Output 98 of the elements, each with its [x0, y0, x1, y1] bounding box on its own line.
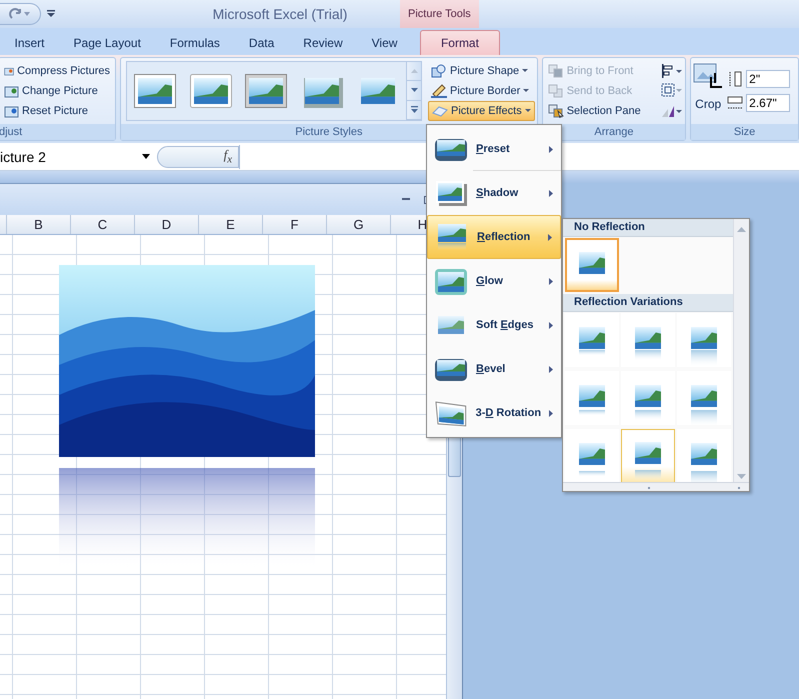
ribbon-tab[interactable]: Page Layout	[59, 30, 156, 55]
function-button[interactable]: f$_{x}$	[157, 146, 239, 168]
column-header[interactable]: G	[327, 215, 391, 234]
ribbon-button[interactable]: Reset Picture	[1, 101, 113, 121]
group-label: Size	[691, 124, 798, 140]
ribbon-tab[interactable]: Insert	[0, 30, 60, 55]
expand-icon	[410, 106, 418, 114]
width-icon	[727, 96, 744, 110]
menu-item[interactable]: Shadow	[427, 171, 561, 215]
contextual-tab-label: Picture Tools	[400, 0, 479, 28]
window-title: Microsoft Excel (Trial)	[212, 6, 348, 22]
mountain-photo[interactable]	[59, 265, 315, 457]
up-arrow-icon	[737, 227, 746, 232]
column-header[interactable]: E	[199, 215, 263, 234]
caret-icon	[524, 109, 531, 112]
ribbon-button[interactable]: Compress Pictures	[1, 61, 113, 81]
resize-grip[interactable]	[563, 482, 749, 491]
reflection-option[interactable]	[565, 313, 619, 367]
ribbon-button[interactable]: Picture Shape	[428, 61, 535, 81]
scroll-down-button[interactable]	[407, 81, 421, 101]
crop-icon	[693, 63, 724, 91]
minimize-icon	[402, 198, 410, 201]
width-field[interactable]: 2.67"	[746, 94, 790, 112]
reflection-preview-icon	[579, 252, 605, 274]
reflection-option[interactable]	[677, 371, 731, 425]
more-styles-button[interactable]	[407, 100, 421, 120]
redo-button[interactable]	[0, 3, 41, 25]
reflection-option[interactable]	[677, 313, 731, 367]
align-button[interactable]	[661, 61, 684, 81]
height-field[interactable]: 2"	[746, 70, 790, 88]
caret-icon	[522, 69, 528, 72]
shapes-icon	[431, 64, 447, 78]
ribbon-tab[interactable]: View	[357, 30, 412, 55]
selection-pane-icon	[548, 104, 564, 118]
ribbon-tab[interactable]: Data	[234, 30, 289, 55]
picture-icon	[4, 84, 19, 98]
effect-preview-icon	[435, 222, 469, 252]
submenu-arrow-icon	[549, 146, 553, 152]
submenu-arrow-icon	[549, 322, 553, 328]
ribbon-button[interactable]: Picture Border	[428, 80, 535, 101]
submenu-arrow-icon	[549, 366, 553, 372]
column-header[interactable]: D	[135, 215, 199, 234]
ribbon-button[interactable]: Picture Effects	[428, 100, 535, 121]
section-heading: No Reflection	[563, 219, 733, 237]
reflection-option[interactable]	[565, 429, 619, 483]
reflection-option[interactable]	[565, 371, 619, 425]
picture-style-thumbnail[interactable]	[190, 74, 232, 108]
pencil-icon	[431, 84, 447, 98]
dropdown-caret-icon	[142, 154, 150, 159]
name-box[interactable]: icture 2	[0, 146, 154, 166]
layers-icon	[548, 64, 564, 78]
ribbon-tab[interactable]: Review	[288, 30, 358, 55]
reflection-preview-icon	[635, 327, 661, 361]
reflection-option[interactable]	[621, 313, 675, 367]
picture-icon	[4, 104, 19, 118]
effect-preview-icon	[434, 266, 468, 296]
menu-item[interactable]: 3-D Rotation	[427, 391, 561, 435]
menu-item[interactable]: Glow	[427, 259, 561, 303]
align-icon	[661, 64, 684, 78]
down-arrow-icon	[737, 474, 746, 479]
submenu-arrow-icon	[549, 410, 553, 416]
down-arrow-icon	[410, 88, 418, 92]
reflection-option[interactable]	[621, 429, 675, 483]
ribbon-button[interactable]: Change Picture	[1, 81, 113, 101]
group-icon	[661, 83, 684, 99]
ribbon-button[interactable]: Selection Pane	[544, 101, 644, 121]
function-icon: f$_{x}$	[224, 147, 232, 166]
submenu-arrow-icon	[548, 234, 552, 240]
reflection-option[interactable]	[565, 238, 619, 292]
reflection-option[interactable]	[621, 371, 675, 425]
reflection-preview-icon	[635, 385, 661, 421]
picture-style-thumbnail[interactable]	[134, 74, 176, 108]
submenu-arrow-icon	[549, 278, 553, 284]
layers-icon	[548, 84, 564, 98]
minimize-button[interactable]	[402, 198, 410, 201]
reflection-preview-icon	[579, 327, 605, 356]
reflection-preview-icon	[635, 442, 661, 481]
height-icon	[727, 71, 744, 87]
menu-item[interactable]: Reflection	[427, 215, 561, 259]
reflection-preview-icon	[579, 385, 605, 416]
menu-item[interactable]: Bevel	[427, 347, 561, 391]
ribbon-tab[interactable]: Format	[420, 30, 500, 55]
submenu-arrow-icon	[549, 190, 553, 196]
menu-item[interactable]: Soft Edges	[427, 303, 561, 347]
ribbon-tab[interactable]: Formulas	[155, 30, 234, 55]
picture-style-thumbnail[interactable]	[245, 74, 288, 108]
column-header[interactable]: C	[71, 215, 135, 234]
customize-toolbar-icon[interactable]	[47, 10, 55, 18]
section-heading: Reflection Variations	[563, 294, 733, 312]
caret-icon	[523, 89, 530, 92]
redo-icon	[9, 7, 31, 21]
column-header[interactable]: B	[7, 215, 71, 234]
column-header[interactable]: F	[263, 215, 327, 234]
crop-button[interactable]: Crop	[693, 61, 724, 121]
reflection-preview-icon	[579, 443, 605, 477]
reflection-option[interactable]	[677, 429, 731, 483]
rotate-icon	[661, 104, 684, 118]
up-arrow-icon	[410, 69, 418, 74]
